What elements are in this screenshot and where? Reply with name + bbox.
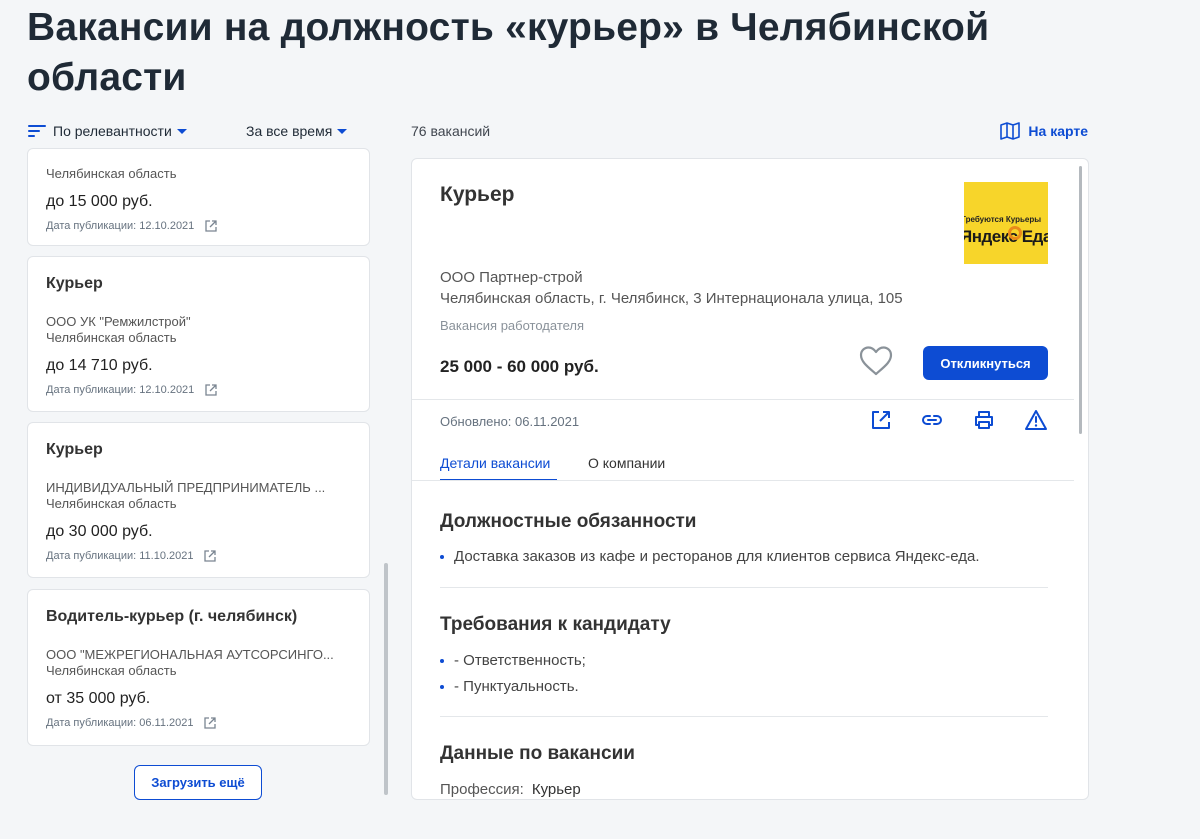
open-external-button[interactable] xyxy=(870,409,892,436)
sort-icon xyxy=(28,125,46,137)
period-dropdown[interactable]: За все время xyxy=(246,123,348,139)
card-region: Челябинская область xyxy=(46,330,177,345)
card-date-row: Дата публикации: 06.11.2021 xyxy=(46,716,351,730)
vacancy-address: Челябинская область, г. Челябинск, 3 Инт… xyxy=(440,290,903,307)
vacancy-list: Челябинская область до 15 000 руб. Дата … xyxy=(27,148,370,798)
logo-sun-icon xyxy=(1008,226,1022,240)
profession-label: Профессия: xyxy=(440,781,524,798)
duty-text: Доставка заказов из кафе и ресторанов дл… xyxy=(454,548,980,565)
requirement-text: - Ответственность; xyxy=(454,652,586,669)
map-icon xyxy=(1000,122,1021,140)
logo-text-top: Требуются Курьеры xyxy=(964,215,1042,224)
list-item: - Пунктуальность. xyxy=(440,678,579,695)
filters-bar: По релевантности За все время 76 ваканси… xyxy=(28,120,1088,144)
apply-button[interactable]: Откликнуться xyxy=(923,346,1048,380)
profession-row: Профессия: Курьер xyxy=(440,781,581,798)
load-more-button[interactable]: Загрузить ещё xyxy=(134,765,262,800)
bullet-icon xyxy=(440,658,444,663)
card-region: Челябинская область xyxy=(46,496,177,511)
card-title[interactable]: Курьер xyxy=(46,274,351,294)
detail-scrollbar[interactable] xyxy=(1079,166,1082,434)
requirements-heading: Требования к кандидату xyxy=(440,614,671,635)
external-link-icon[interactable] xyxy=(204,383,218,397)
divider xyxy=(440,716,1048,717)
list-item[interactable]: Водитель-курьер (г. челябинск) ООО "МЕЖР… xyxy=(27,589,370,746)
card-title[interactable]: Водитель-курьер (г. челябинск) xyxy=(46,607,351,627)
divider xyxy=(412,480,1074,481)
card-salary: от 35 000 руб. xyxy=(46,690,151,707)
vacancy-salary: 25 000 - 60 000 руб. xyxy=(440,357,599,376)
card-date: Дата публикации: 12.10.2021 xyxy=(46,384,195,396)
card-date-row: Дата публикации: 11.10.2021 xyxy=(46,549,351,563)
divider xyxy=(412,399,1074,400)
print-button[interactable] xyxy=(973,409,995,436)
company-logo: Требуются Курьеры Яндекс Еда xyxy=(964,182,1048,264)
sort-dropdown[interactable]: По релевантности xyxy=(28,123,187,139)
card-date: Дата публикации: 06.11.2021 xyxy=(46,717,194,729)
vacancy-type: Вакансия работодателя xyxy=(440,318,585,333)
card-date-row: Дата публикации: 12.10.2021 xyxy=(46,383,351,397)
list-item[interactable]: Курьер ООО УК "Ремжилстрой" Челябинская … xyxy=(27,256,370,412)
bullet-icon xyxy=(440,684,444,689)
card-salary: до 30 000 руб. xyxy=(46,523,153,540)
tab-vacancy-details[interactable]: Детали вакансии xyxy=(440,455,550,471)
report-button[interactable] xyxy=(1024,409,1048,436)
map-link-label: На карте xyxy=(1028,123,1088,139)
link-icon xyxy=(922,415,942,425)
card-date: Дата публикации: 12.10.2021 xyxy=(46,220,195,232)
sort-label: По релевантности xyxy=(53,123,172,139)
page-title: Вакансии на должность «курьер» в Челябин… xyxy=(27,6,990,99)
card-company: ООО "МЕЖРЕГИОНАЛЬНАЯ АУТСОРСИНГО... xyxy=(46,647,334,662)
chevron-down-icon xyxy=(176,129,187,134)
vacancy-data-heading: Данные по вакансии xyxy=(440,743,635,764)
card-title[interactable]: Курьер xyxy=(46,440,351,460)
warning-icon xyxy=(1025,410,1047,430)
map-link[interactable]: На карте xyxy=(1000,122,1088,140)
card-date-row: Дата публикации: 12.10.2021 xyxy=(46,219,351,233)
updated-date: Обновлено: 06.11.2021 xyxy=(440,414,580,429)
card-salary: до 15 000 руб. xyxy=(46,193,153,210)
company-name: ООО Партнер-строй xyxy=(440,269,583,286)
vacancy-title: Курьер xyxy=(440,183,515,206)
external-link-icon[interactable] xyxy=(204,219,218,233)
printer-icon xyxy=(975,411,993,429)
logo-text-brand: Яндекс Еда xyxy=(964,227,1048,246)
card-salary: до 14 710 руб. xyxy=(46,357,153,374)
profession-value: Курьер xyxy=(531,781,581,798)
period-label: За все время xyxy=(246,123,333,139)
list-item: - Ответственность; xyxy=(440,652,586,669)
external-link-icon[interactable] xyxy=(203,549,217,563)
card-region: Челябинская область xyxy=(46,166,177,181)
chevron-down-icon xyxy=(337,129,348,134)
list-scrollbar[interactable] xyxy=(384,563,388,795)
list-item: Доставка заказов из кафе и ресторанов дл… xyxy=(440,548,980,565)
favorite-button[interactable] xyxy=(858,345,894,382)
card-company: ООО УК "Ремжилстрой" xyxy=(46,314,191,329)
card-company: ИНДИВИДУАЛЬНЫЙ ПРЕДПРИНИМАТЕЛЬ ... xyxy=(46,480,326,495)
list-item[interactable]: Челябинская область до 15 000 руб. Дата … xyxy=(27,148,370,246)
requirement-text: - Пунктуальность. xyxy=(454,678,579,695)
vacancy-detail-panel: Курьер Требуются Курьеры Яндекс Еда ООО … xyxy=(411,158,1089,800)
heart-icon xyxy=(859,346,893,376)
card-date: Дата публикации: 11.10.2021 xyxy=(46,550,194,562)
vacancy-count: 76 вакансий xyxy=(411,123,491,139)
copy-link-button[interactable] xyxy=(920,409,944,436)
duties-heading: Должностные обязанности xyxy=(440,511,697,532)
tab-about-company[interactable]: О компании xyxy=(588,455,665,471)
external-link-icon xyxy=(872,411,890,429)
divider xyxy=(440,587,1048,588)
external-link-icon[interactable] xyxy=(203,716,217,730)
list-item[interactable]: Курьер ИНДИВИДУАЛЬНЫЙ ПРЕДПРИНИМАТЕЛЬ ..… xyxy=(27,422,370,578)
card-region: Челябинская область xyxy=(46,663,177,678)
bullet-icon xyxy=(440,554,444,559)
